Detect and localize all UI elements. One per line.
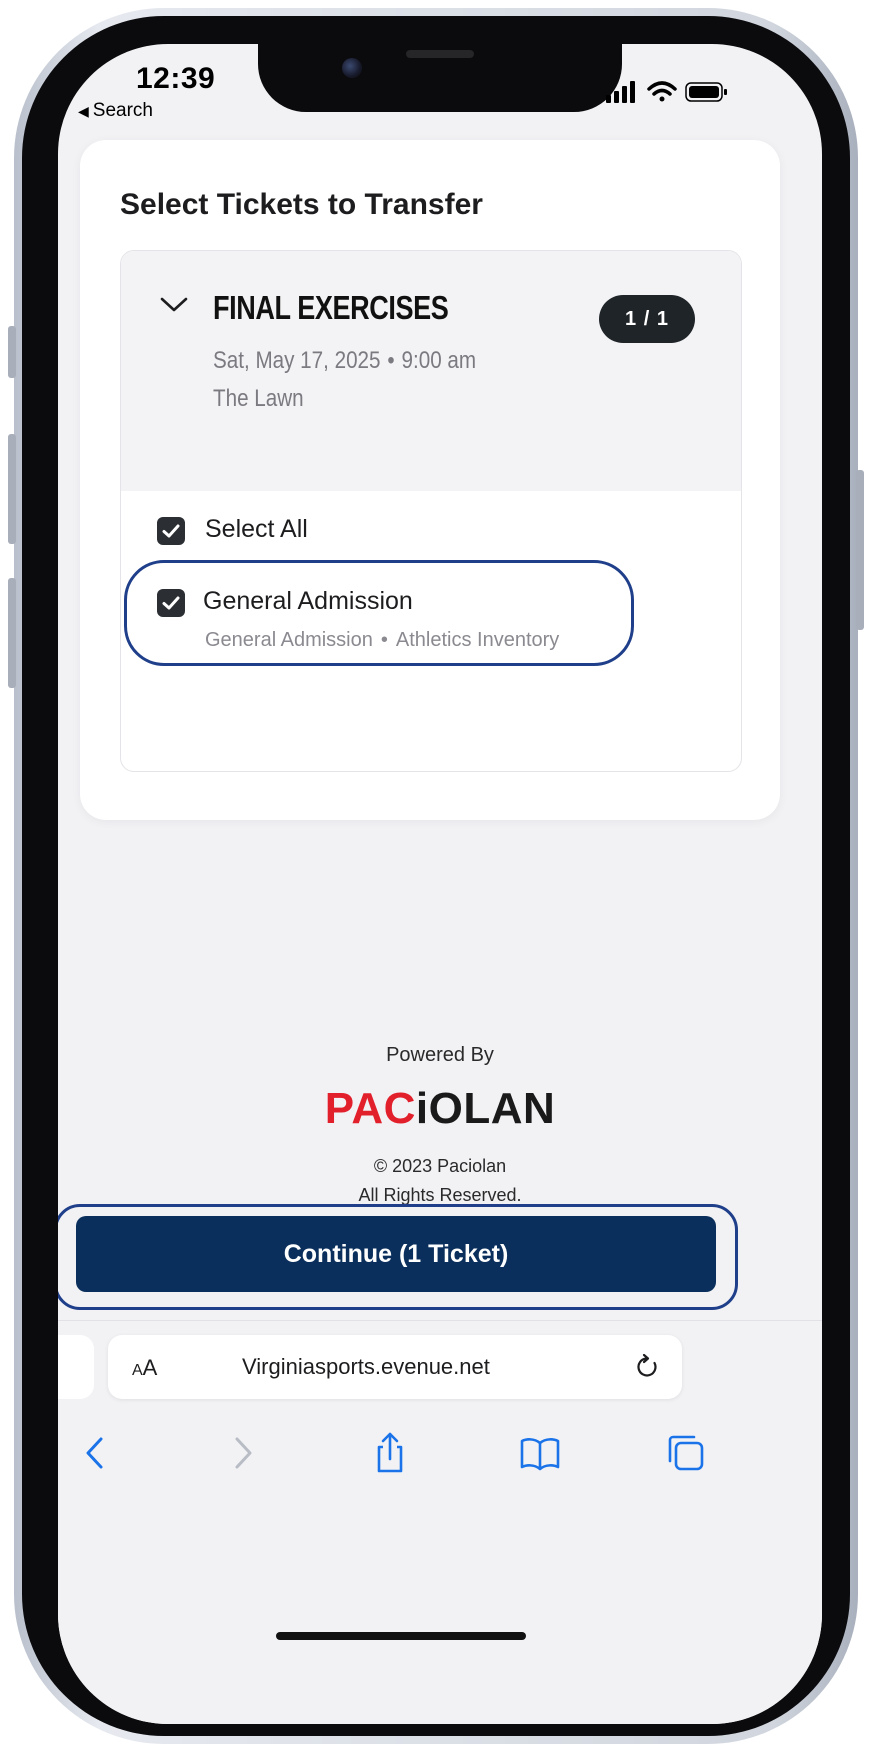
select-all-checkbox[interactable] bbox=[157, 517, 185, 545]
paciolan-logo: PACiOLAN bbox=[58, 1084, 822, 1134]
event-name: FINAL EXERCISES bbox=[213, 289, 449, 326]
ticket-section: General Admission bbox=[205, 629, 373, 651]
chevron-down-icon[interactable] bbox=[159, 295, 189, 315]
checkmark-icon bbox=[162, 524, 180, 538]
aa-big: A bbox=[142, 1355, 158, 1380]
continue-button[interactable]: Continue (1 Ticket) bbox=[76, 1216, 716, 1292]
safari-nav-row bbox=[58, 1431, 822, 1491]
wifi-icon bbox=[647, 81, 677, 102]
checkmark-icon bbox=[162, 596, 180, 610]
aa-small: A bbox=[132, 1362, 143, 1379]
chevron-left-icon[interactable] bbox=[74, 1431, 118, 1475]
volume-up-button bbox=[8, 434, 16, 544]
event-venue: The Lawn bbox=[213, 385, 304, 412]
logo-red-part: PAC bbox=[324, 1084, 416, 1133]
tabs-icon[interactable] bbox=[664, 1431, 708, 1475]
separator-dot: • bbox=[380, 629, 388, 651]
volume-down-button bbox=[8, 578, 16, 688]
notch bbox=[258, 44, 622, 112]
book-icon[interactable] bbox=[518, 1431, 562, 1475]
event-date-time: Sat, May 17, 2025 • 9:00 am bbox=[213, 347, 476, 375]
share-icon[interactable] bbox=[368, 1431, 412, 1475]
home-indicator bbox=[276, 1632, 526, 1640]
ticket-count-badge: 1 / 1 bbox=[599, 295, 695, 343]
rights-line: All Rights Reserved. bbox=[358, 1185, 522, 1205]
back-to-search[interactable]: ◀ Search bbox=[78, 100, 153, 122]
url-text[interactable]: Virginiasports.evenue.net bbox=[242, 1354, 490, 1380]
status-time: 12:39 bbox=[136, 62, 216, 95]
separator-dot: • bbox=[387, 347, 395, 374]
status-icons bbox=[606, 81, 727, 103]
battery-icon bbox=[685, 82, 727, 102]
page-settings-button[interactable]: AA bbox=[132, 1355, 157, 1381]
ticket-details: General Admission • Athletics Inventory bbox=[205, 629, 559, 652]
ticket-name: General Admission bbox=[203, 587, 413, 615]
screen: 12:39 ◀ Search Select Tickets to Transfe… bbox=[58, 44, 822, 1724]
copyright-line: © 2023 Paciolan bbox=[373, 1156, 507, 1176]
page: 12:39 ◀ Search Select Tickets to Transfe… bbox=[0, 0, 878, 1749]
previous-tab-peek[interactable] bbox=[58, 1335, 94, 1399]
logo-dark-part: iOLAN bbox=[415, 1084, 556, 1133]
back-to-search-label: Search bbox=[92, 100, 153, 121]
select-all-label: Select All bbox=[205, 515, 308, 543]
back-triangle-icon: ◀ bbox=[78, 103, 89, 119]
speaker-grille bbox=[406, 50, 474, 58]
silent-switch bbox=[8, 326, 16, 378]
ticket-row[interactable]: General Admission General Admission • Athl… bbox=[157, 583, 697, 673]
select-all-row[interactable]: Select All bbox=[157, 509, 657, 553]
event-group: FINAL EXERCISES 1 / 1 Sat, May 17, 2025 •… bbox=[120, 250, 742, 772]
page-title: Select Tickets to Transfer bbox=[120, 188, 483, 221]
copyright: © 2023 Paciolan All Rights Reserved. bbox=[58, 1152, 822, 1210]
powered-by-label: Powered By bbox=[386, 1044, 494, 1066]
transfer-card: Select Tickets to Transfer FINAL EXERCIS… bbox=[80, 140, 780, 820]
front-camera bbox=[342, 58, 362, 78]
chevron-right-icon[interactable] bbox=[220, 1431, 264, 1475]
power-button bbox=[856, 470, 864, 630]
address-bar[interactable]: AA Virginiasports.evenue.net bbox=[108, 1335, 682, 1399]
safari-toolbar: AA Virginiasports.evenue.net bbox=[58, 1320, 822, 1724]
event-date: Sat, May 17, 2025 bbox=[213, 347, 381, 374]
ticket-checkbox[interactable] bbox=[157, 589, 185, 617]
event-header[interactable]: FINAL EXERCISES 1 / 1 Sat, May 17, 2025 •… bbox=[121, 251, 741, 491]
signal-icon bbox=[606, 81, 635, 103]
event-time: 9:00 am bbox=[401, 347, 477, 374]
ticket-inventory: Athletics Inventory bbox=[395, 629, 560, 651]
reload-icon[interactable] bbox=[634, 1353, 662, 1381]
